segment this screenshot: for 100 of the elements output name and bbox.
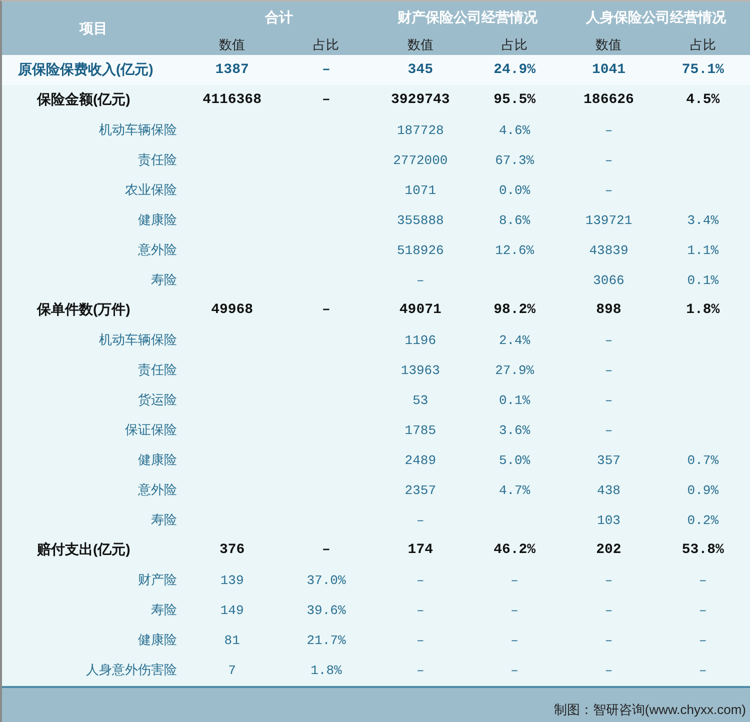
table-cell: – [699,602,707,618]
row-label: 健康险 [138,212,177,227]
table-cell: 3929743 [391,92,450,108]
table-cell: 24.9% [494,62,536,78]
row-label: 财产险 [138,572,177,587]
table-cell: – [604,152,613,168]
table-cell: 202 [596,542,622,558]
table-cell: 1.8% [686,302,720,318]
table-cell: – [416,632,424,648]
row-label: 机动车辆保险 [99,122,177,137]
table-cell: 27.9% [495,362,534,378]
table-cell: 3.4% [687,212,719,228]
column-group-header: 人身保险公司经营情况 [586,9,726,27]
row-label: 机动车辆保险 [99,332,177,347]
table-cell: 139 [220,572,244,588]
table-cell: 2357 [404,482,436,498]
table-cell: – [604,182,613,198]
table-cell: 1041 [592,62,626,78]
table-cell: 103 [597,512,620,528]
column-header: 数值 [219,36,246,54]
table-cell: 2772000 [393,152,448,168]
row-label: 意外险 [138,482,177,497]
table-cell: – [604,572,613,588]
table-cell: 1196 [404,332,436,348]
table-cell: 53.8% [682,542,724,558]
row-label: 农业保险 [125,182,177,197]
table-cell: 1785 [404,422,436,438]
table-cell: 518926 [397,242,444,258]
table-cell: 4.5% [686,92,720,108]
column-header: 占比 [313,36,340,54]
table-cell: – [604,632,613,648]
table-cell: 39.6% [306,602,346,618]
table-cell: – [510,602,518,618]
row-label: 赔付支出(亿元) [37,541,130,557]
column-header: 占比 [502,36,528,54]
table-cell: 357 [597,452,620,468]
table-cell: 98.2% [494,302,536,318]
table-cell: 46.2% [494,542,536,558]
table-cell: 12.6% [495,242,534,258]
table-cell: 174 [408,542,434,558]
table-cell: 4.7% [498,482,530,498]
table-cell: 49071 [399,302,442,318]
table-cell: 1.1% [687,242,719,258]
table-cell: 13963 [400,362,440,378]
table-cell: – [322,62,330,78]
table-cell: 139721 [585,212,632,228]
table-cell: 187728 [397,122,444,138]
table-cell: 0.7% [687,452,719,468]
table-cell: 53 [412,392,428,408]
table-cell: 7 [228,662,236,678]
table-cell: 1.8% [310,662,342,678]
row-label: 人身意外伤害险 [86,662,177,677]
table-cell: – [510,572,518,588]
table-cell: 8.6% [498,212,530,228]
table-cell: – [416,602,424,618]
row-label: 寿险 [151,272,177,287]
row-label: 意外险 [138,242,177,257]
table-cell: 438 [597,482,620,498]
table-cell: – [699,572,707,588]
table-cell: 21.7% [306,632,346,648]
table-cell: 149 [220,602,244,618]
table-cell: 1071 [404,182,436,198]
table-cell: 0.1% [498,392,530,408]
column-group-header: 财产保险公司经营情况 [397,9,538,27]
table-cell: 95.5% [494,92,536,108]
row-label: 责任险 [138,362,177,377]
row-label: 保证保险 [125,422,177,437]
table-cell: 355888 [397,212,444,228]
row-label: 健康险 [138,632,177,647]
table-cell: 2.4% [498,332,530,348]
table-cell: – [322,542,330,558]
table-cell: – [416,272,424,288]
table-cell: – [604,362,613,378]
table-cell: 376 [219,542,245,558]
table-cell: 186626 [584,92,634,108]
table-cell: – [416,572,424,588]
table-cell: – [699,632,707,648]
table-cell: – [416,512,424,528]
table-cell: 81 [224,632,240,648]
column-header: 数值 [407,36,434,54]
table-cell: 0.9% [687,482,719,498]
table-cell: 345 [408,62,434,78]
table-cell: 75.1% [682,62,724,78]
column-header: 数值 [596,36,622,54]
column-header: 项目 [80,20,108,38]
row-label: 寿险 [151,512,177,527]
table-cell: 67.3% [495,152,534,168]
row-label: 货运险 [138,392,177,407]
table-cell: – [604,332,613,348]
table-cell: – [322,92,330,108]
table-cell: 0.2% [687,512,719,528]
table-cell: 4.6% [498,122,530,138]
table-cell: – [604,662,613,678]
table-cell: – [510,662,518,678]
table-cell: 5.0% [498,452,530,468]
table-cell: 4116368 [202,92,262,108]
column-header: 占比 [690,36,716,54]
table-cell: 43839 [589,242,628,258]
row-label: 保险金额(亿元) [37,91,130,107]
table-cell: – [604,122,613,138]
